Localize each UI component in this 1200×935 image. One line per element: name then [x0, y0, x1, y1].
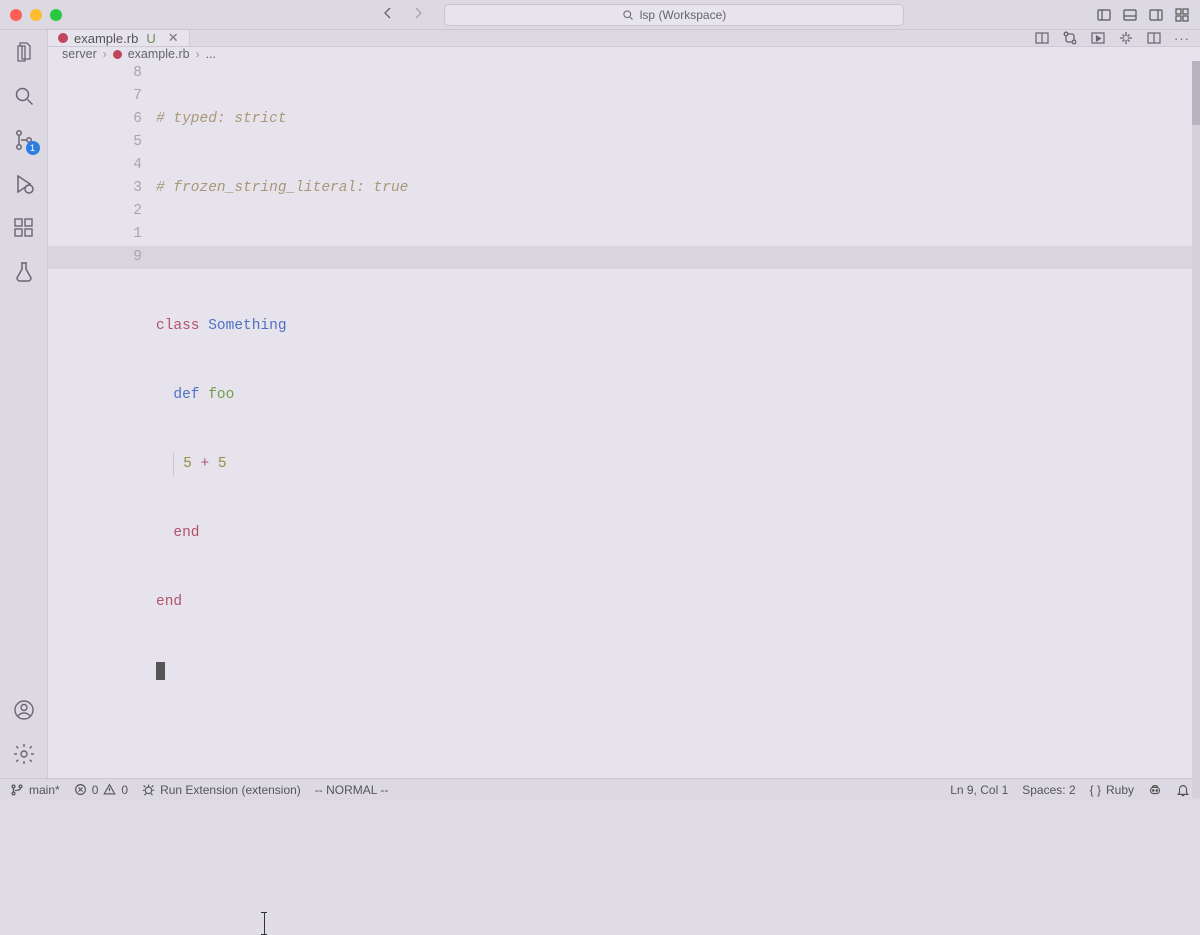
tab-close-icon[interactable]: ✕: [168, 30, 179, 46]
sparkle-icon[interactable]: [1118, 30, 1134, 46]
titlebar: lsp (Workspace): [0, 0, 1200, 30]
breadcrumbs[interactable]: server › example.rb › ...: [48, 47, 1200, 61]
text-caret-icon: [264, 912, 265, 935]
minimap[interactable]: [1192, 61, 1200, 798]
layout-customize-icon[interactable]: [1174, 7, 1190, 23]
activity-bar: 1: [0, 30, 48, 778]
editor-area: example.rb U ✕ ··· server › example.rb ›…: [48, 30, 1200, 778]
scrollbar-thumb[interactable]: [1192, 61, 1200, 125]
maximize-window-icon[interactable]: [50, 9, 62, 21]
layout-left-icon[interactable]: [1096, 7, 1112, 23]
run-file-icon[interactable]: [1090, 30, 1106, 46]
git-compare-icon[interactable]: [1062, 30, 1078, 46]
layout-bottom-icon[interactable]: [1122, 7, 1138, 23]
code-editor[interactable]: 876 543 219 # typed: strict # frozen_str…: [48, 61, 1200, 798]
search-icon: [622, 9, 634, 21]
tab-filename: example.rb: [74, 31, 138, 46]
scm-badge: 1: [26, 141, 40, 155]
run-debug-icon[interactable]: [12, 172, 36, 196]
explorer-icon[interactable]: [12, 40, 36, 64]
breadcrumb-file[interactable]: example.rb: [128, 47, 190, 61]
command-center[interactable]: lsp (Workspace): [444, 4, 904, 26]
tab-example-rb[interactable]: example.rb U ✕: [48, 30, 190, 46]
minimize-window-icon[interactable]: [30, 9, 42, 21]
split-editor-icon[interactable]: [1146, 30, 1162, 46]
nav-back-icon[interactable]: [380, 5, 396, 24]
close-window-icon[interactable]: [10, 9, 22, 21]
tab-bar: example.rb U ✕ ···: [48, 30, 1200, 47]
tab-modified-marker: U: [146, 31, 155, 46]
code-content[interactable]: # typed: strict # frozen_string_literal:…: [156, 61, 1192, 798]
nav-forward-icon[interactable]: [410, 5, 426, 24]
breadcrumb-tail[interactable]: ...: [206, 47, 216, 61]
command-center-text: lsp (Workspace): [640, 8, 726, 22]
ruby-file-icon: [58, 33, 68, 43]
extensions-icon[interactable]: [12, 216, 36, 240]
chevron-right-icon: ›: [103, 47, 107, 61]
line-gutter: 876 543 219: [48, 61, 156, 798]
block-cursor: [156, 662, 165, 680]
settings-gear-icon[interactable]: [12, 742, 36, 766]
more-actions-icon[interactable]: ···: [1174, 31, 1190, 46]
ruby-file-icon: [113, 50, 122, 59]
compare-changes-icon[interactable]: [1034, 30, 1050, 46]
breadcrumb-root[interactable]: server: [62, 47, 97, 61]
window-controls: [10, 9, 62, 21]
accounts-icon[interactable]: [12, 698, 36, 722]
branch-icon: [10, 783, 24, 797]
search-activity-icon[interactable]: [12, 84, 36, 108]
source-control-icon[interactable]: 1: [12, 128, 36, 152]
layout-right-icon[interactable]: [1148, 7, 1164, 23]
testing-icon[interactable]: [12, 260, 36, 284]
chevron-right-icon: ›: [196, 47, 200, 61]
